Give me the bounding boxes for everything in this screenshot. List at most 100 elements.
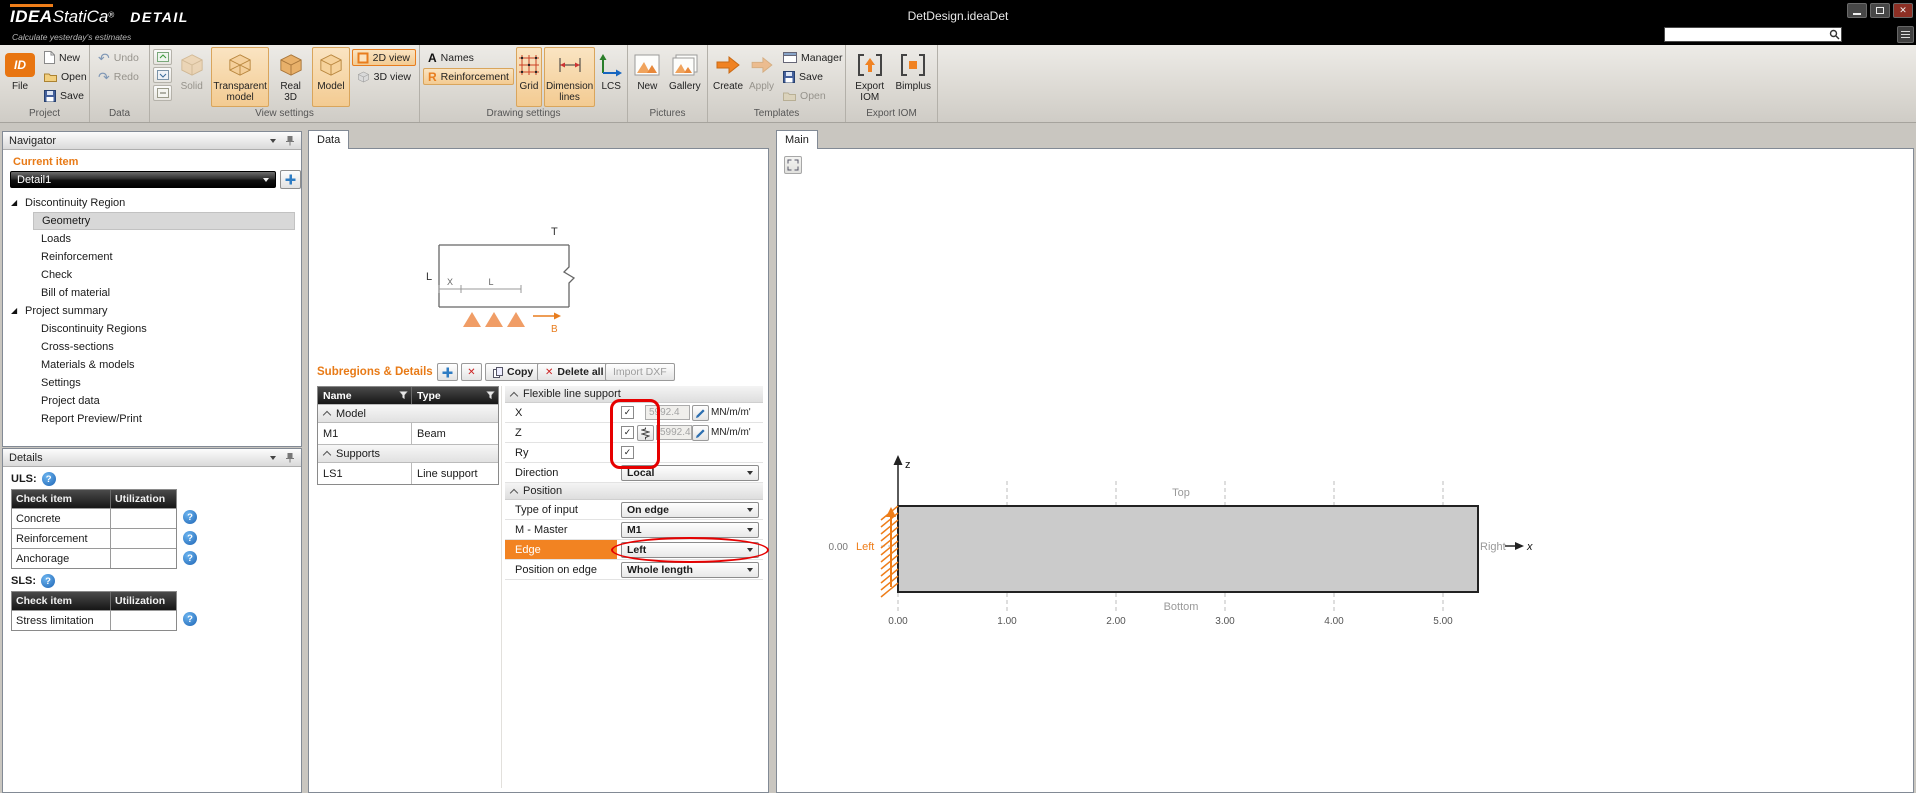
minimize-button[interactable]	[1847, 3, 1867, 18]
view-tool-2-button[interactable]	[153, 67, 172, 83]
undo-button[interactable]: ↶Undo	[93, 49, 144, 66]
name-column-header[interactable]: Name	[323, 390, 352, 402]
table-row[interactable]: Reinforcement	[12, 528, 176, 548]
names-button[interactable]: ANames	[423, 49, 514, 66]
search-input[interactable]	[1665, 29, 1827, 41]
delete-item-button[interactable]: ✕	[461, 363, 482, 381]
template-manager-button[interactable]: Manager	[778, 49, 847, 66]
grid-row-m1[interactable]: M1Beam	[318, 422, 498, 444]
edge-right-label[interactable]: Right	[1480, 541, 1506, 553]
template-create-button[interactable]: Create	[711, 47, 745, 107]
z-stiffness-checkbox[interactable]: ✓	[621, 426, 634, 439]
expander-icon[interactable]: ◢	[11, 306, 17, 315]
x-stiffness-checkbox[interactable]: ✓	[621, 406, 634, 419]
redo-button[interactable]: ↷Redo	[93, 68, 144, 85]
add-detail-button[interactable]	[280, 170, 301, 189]
template-open-button[interactable]: Open	[778, 87, 847, 104]
panel-toggle-button[interactable]	[1897, 26, 1914, 43]
tree-node-geometry[interactable]: Geometry	[33, 212, 295, 230]
bimplus-button[interactable]: Bimplus	[893, 47, 935, 107]
table-row[interactable]: Stress limitation	[12, 610, 176, 630]
edge-top-label[interactable]: Top	[1172, 487, 1190, 499]
tree-node-cross-sections[interactable]: Cross-sections	[33, 338, 295, 356]
collapse-panel-icon[interactable]	[270, 139, 276, 143]
tree-node-materials-models[interactable]: Materials & models	[33, 356, 295, 374]
help-icon[interactable]: ?	[183, 612, 197, 626]
edge-select[interactable]: Left	[621, 542, 759, 558]
add-item-button[interactable]	[437, 363, 458, 381]
model-button[interactable]: Model	[312, 47, 349, 107]
picture-new-button[interactable]: New	[631, 47, 664, 107]
view-tool-3-button[interactable]	[153, 85, 172, 101]
export-iom-button[interactable]: Export IOM	[849, 47, 891, 107]
help-icon[interactable]: ?	[183, 551, 197, 565]
pin-icon[interactable]	[285, 135, 295, 146]
filter-icon[interactable]	[399, 391, 408, 400]
view-tool-1-button[interactable]	[153, 49, 172, 65]
grid-row-ls1[interactable]: LS1Line support	[318, 462, 498, 484]
direction-select[interactable]: Local	[621, 465, 759, 481]
name-cell[interactable]: LS1	[318, 463, 412, 484]
template-apply-button[interactable]: Apply	[747, 47, 776, 107]
collapse-panel-icon[interactable]	[270, 456, 276, 460]
help-icon[interactable]: ?	[42, 472, 56, 486]
tree-node-bill-of-material[interactable]: Bill of material	[33, 284, 295, 302]
tree-node-discontinuity-regions[interactable]: Discontinuity Regions	[33, 320, 295, 338]
tree-node-project-summary[interactable]: ◢Project summary	[3, 302, 301, 320]
tab-data[interactable]: Data	[308, 130, 349, 149]
delete-all-button[interactable]: ✕Delete all	[537, 363, 612, 381]
expander-icon[interactable]: ◢	[11, 198, 17, 207]
filter-icon[interactable]	[486, 391, 495, 400]
reinforcement-button[interactable]: RReinforcement	[423, 68, 514, 85]
view-3d-button[interactable]: 3D view	[352, 68, 416, 85]
collapse-group-icon[interactable]	[323, 411, 331, 419]
save-button[interactable]: Save	[39, 87, 92, 104]
beam-region[interactable]	[898, 506, 1478, 592]
grid-button[interactable]: Grid	[516, 47, 542, 107]
beam-canvas[interactable]: z x 0.00 Left Top Bottom Right 0.00 1.00…	[777, 149, 1913, 792]
position-on-edge-select[interactable]: Whole length	[621, 562, 759, 578]
nonlinear-stiffness-button[interactable]	[637, 425, 654, 441]
view-2d-button[interactable]: 2D view	[352, 49, 416, 66]
name-cell[interactable]: M1	[318, 423, 412, 444]
maximize-button[interactable]	[1870, 3, 1890, 18]
import-dxf-button[interactable]: Import DXF	[605, 363, 675, 381]
master-select[interactable]: M1	[621, 522, 759, 538]
group-position[interactable]: Position	[505, 483, 763, 500]
tree-node-loads[interactable]: Loads	[33, 230, 295, 248]
current-item-select[interactable]: Detail1	[10, 171, 276, 188]
panel-splitter[interactable]	[501, 386, 502, 788]
file-button[interactable]: ID File	[3, 47, 37, 107]
collapse-group-icon[interactable]	[510, 489, 518, 497]
fit-to-view-button[interactable]	[784, 156, 802, 174]
open-button[interactable]: Open	[39, 68, 92, 85]
tree-node-settings[interactable]: Settings	[33, 374, 295, 392]
tree-node-report-preview-print[interactable]: Report Preview/Print	[33, 410, 295, 428]
type-cell[interactable]: Beam	[412, 423, 498, 444]
type-of-input-select[interactable]: On edge	[621, 502, 759, 518]
table-row[interactable]: Anchorage	[12, 548, 176, 568]
collapse-group-icon[interactable]	[510, 392, 518, 400]
edge-left-label[interactable]: Left	[856, 541, 874, 553]
group-flexible-line-support[interactable]: Flexible line support	[505, 386, 763, 403]
help-icon[interactable]: ?	[41, 574, 55, 588]
pin-icon[interactable]	[285, 452, 295, 463]
gallery-button[interactable]: Gallery	[666, 47, 704, 107]
dimension-lines-button[interactable]: Dimension lines	[544, 47, 595, 107]
new-button[interactable]: New	[39, 49, 92, 66]
group-row-model[interactable]: Model	[318, 404, 498, 422]
help-icon[interactable]: ?	[183, 510, 197, 524]
search-icon[interactable]	[1827, 29, 1841, 40]
group-row-supports[interactable]: Supports	[318, 444, 498, 462]
copy-button[interactable]: Copy	[485, 363, 541, 381]
close-button[interactable]: ✕	[1893, 3, 1913, 18]
edit-z-stiffness-button[interactable]	[692, 425, 709, 441]
edge-bottom-label[interactable]: Bottom	[1164, 601, 1199, 613]
tab-main[interactable]: Main	[776, 130, 818, 149]
help-icon[interactable]: ?	[183, 531, 197, 545]
ry-stiffness-checkbox[interactable]: ✓	[621, 446, 634, 459]
tree-node-check[interactable]: Check	[33, 266, 295, 284]
lcs-button[interactable]: LCS	[597, 47, 625, 107]
transparent-model-button[interactable]: Transparent model	[211, 47, 269, 107]
table-row[interactable]: Concrete	[12, 508, 176, 528]
